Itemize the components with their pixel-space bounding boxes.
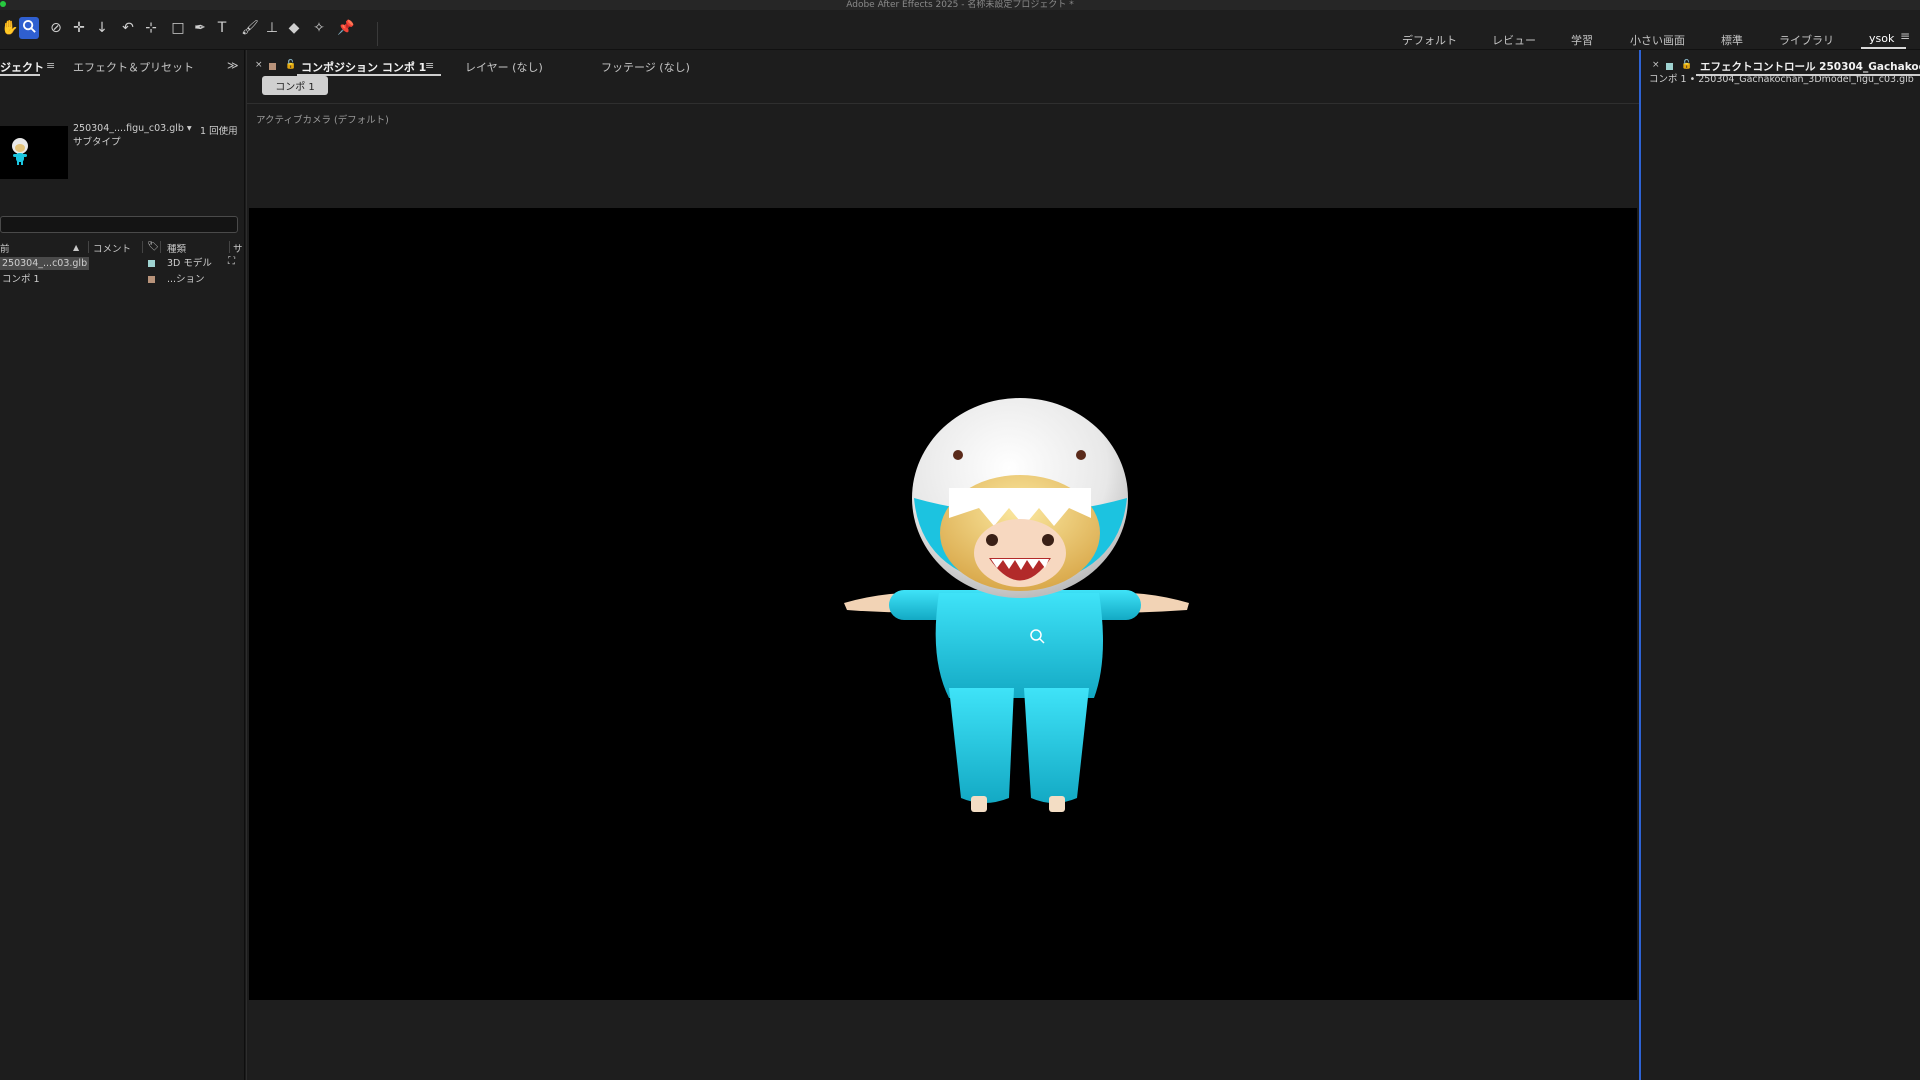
project-panel-menu-icon[interactable]: ≡	[46, 59, 55, 72]
clone-stamp-tool[interactable]: ⊥	[262, 17, 282, 39]
window-titlebar: Adobe After Effects 2025 - 名称未設定プロジェクト *	[0, 0, 1920, 10]
column-header-name[interactable]: 前	[0, 241, 10, 255]
project-item-row[interactable]: コンポ 1 ...ション	[0, 272, 243, 287]
type-tool[interactable]: T	[212, 17, 232, 39]
workspace-libraries[interactable]: ライブラリ	[1779, 32, 1834, 48]
thumbnail-character-image	[12, 138, 28, 165]
lock-icon[interactable]: 🔓	[285, 60, 296, 70]
arrow-down-icon: ↓	[96, 20, 108, 36]
project-item-row[interactable]: 250304_...c03.glb 3D モデル ⛶	[0, 256, 243, 271]
column-divider[interactable]	[142, 241, 143, 253]
window-close-dot[interactable]	[0, 1, 6, 7]
tab-effects-presets[interactable]: エフェクト＆プリセット	[73, 59, 194, 75]
project-item-type: 3D モデル	[167, 258, 212, 269]
composition-viewer[interactable]	[249, 208, 1637, 1000]
sort-ascending-icon[interactable]: ▲	[73, 243, 79, 255]
stamp-icon: ⊥	[265, 20, 279, 36]
label-color-swatch[interactable]	[148, 260, 155, 267]
workspace-standard[interactable]: 標準	[1721, 32, 1743, 48]
3d-character-model[interactable]	[249, 208, 1637, 1000]
workspace-default[interactable]: デフォルト	[1402, 32, 1457, 48]
rotate-icon: ↶	[122, 20, 134, 36]
hand-tool[interactable]: ✋	[0, 17, 20, 39]
item-usage-count: 1 回使用	[200, 126, 238, 137]
composition-panel-menu-icon[interactable]: ≡	[425, 59, 434, 72]
active-camera-label: アクティブカメラ (デフォルト)	[256, 115, 389, 126]
column-divider[interactable]	[160, 241, 161, 253]
eraser-tool[interactable]: ◆	[284, 17, 304, 39]
zoom-tool[interactable]	[19, 17, 39, 39]
toolbar-separator	[377, 22, 378, 46]
effect-controls-panel: × 🔓 エフェクトコントロール 250304_Gachakochan_3 コンポ…	[1642, 50, 1920, 1080]
pushpin-icon: 📌	[337, 20, 355, 36]
project-panel: ジェクト ≡ エフェクト＆プリセット ≫ 250304_....figu_c03…	[0, 50, 245, 1080]
brush-tool[interactable]: 🖌	[240, 17, 260, 39]
item-thumbnail	[0, 126, 68, 179]
eraser-icon: ◆	[288, 20, 300, 36]
workspace-ysok[interactable]: ysok	[1869, 32, 1894, 45]
workspace-review[interactable]: レビュー	[1492, 32, 1536, 48]
roto-brush-tool[interactable]: ✧	[309, 17, 329, 39]
comp-navigator-button[interactable]: コンポ 1	[262, 76, 328, 95]
project-item-name: 250304_...c03.glb	[0, 257, 90, 270]
hierarchy-icon: ⛶	[228, 256, 235, 267]
hand-icon: ✋	[1, 20, 19, 36]
column-header-comment[interactable]: コメント	[93, 241, 131, 255]
project-search-input[interactable]	[0, 216, 238, 233]
project-item-type: ...ション	[167, 274, 205, 285]
column-header-type[interactable]: 種類	[167, 241, 186, 255]
viewer-bottom-area	[249, 1000, 1637, 1080]
tools-toolbar: ✋ ⊘ ✛ ↓ ↶ ⊹ □ ✒ T 🖌 ⊥ ◆ ✧ 📌 デフォルト レビュー 学習 小さい画面 標準 ライ…	[0, 10, 1920, 50]
tab-composition[interactable]: コンポジション コンポ 1	[301, 59, 426, 75]
label-color-swatch[interactable]	[148, 276, 155, 283]
column-header-extra[interactable]: サ	[233, 241, 243, 255]
anchor-point-tool[interactable]: ⊹	[141, 17, 161, 39]
workspace-small-screen[interactable]: 小さい画面	[1630, 32, 1685, 48]
close-panel-icon[interactable]: ×	[255, 60, 263, 70]
puppet-pin-tool[interactable]: 📌	[336, 17, 356, 39]
rectangle-icon: □	[171, 20, 185, 36]
rectangle-tool[interactable]: □	[168, 17, 188, 39]
pen-icon: ✒	[194, 20, 206, 36]
lock-icon[interactable]: 🔓	[1681, 60, 1692, 70]
tab-footage[interactable]: フッテージ (なし)	[601, 59, 690, 75]
roto-brush-icon: ✧	[313, 20, 325, 36]
pen-tool[interactable]: ✒	[190, 17, 210, 39]
panel-divider	[247, 103, 1639, 104]
orbit-camera-tool[interactable]: ⊘	[46, 17, 66, 39]
workspace-menu-icon[interactable]: ≡	[1900, 29, 1910, 43]
anchor-point-icon: ⊹	[145, 20, 157, 36]
selected-item-name[interactable]: 250304_....figu_c03.glb ▾	[73, 123, 192, 134]
item-subtype: サブタイプ	[73, 137, 121, 148]
pan-camera-tool[interactable]: ✛	[69, 17, 89, 39]
column-divider[interactable]	[229, 241, 230, 253]
brush-icon: 🖌	[241, 20, 259, 36]
project-item-name: コンポ 1	[2, 274, 40, 285]
orbit-camera-icon: ⊘	[50, 20, 62, 36]
tab-layer[interactable]: レイヤー (なし)	[465, 59, 543, 75]
tab-project[interactable]: ジェクト	[0, 59, 44, 75]
crosshair-icon: ✛	[73, 20, 85, 36]
magnifier-icon	[22, 19, 37, 38]
effect-controls-layer-path: コンポ 1 • 250304_Gachakochan_3Dmodel_figu_…	[1649, 74, 1914, 85]
label-tag-icon[interactable]: 🏷	[147, 241, 159, 253]
rotate-tool[interactable]: ↶	[118, 17, 138, 39]
window-title: Adobe After Effects 2025 - 名称未設定プロジェクト *	[846, 0, 1074, 10]
dolly-camera-tool[interactable]: ↓	[92, 17, 112, 39]
label-color-swatch	[269, 63, 276, 70]
column-divider[interactable]	[88, 241, 89, 253]
tab-project-underline	[0, 74, 40, 76]
type-icon: T	[217, 20, 227, 36]
workspace-learn[interactable]: 学習	[1571, 32, 1593, 48]
close-panel-icon[interactable]: ×	[1652, 60, 1660, 70]
composition-panel: × 🔓 コンポジション コンポ 1 ≡ レイヤー (なし) フッテージ (なし)…	[246, 50, 1641, 1080]
label-color-swatch	[1666, 63, 1673, 70]
panel-overflow-icon[interactable]: ≫	[227, 59, 239, 72]
workspace-active-underline	[1861, 47, 1906, 49]
